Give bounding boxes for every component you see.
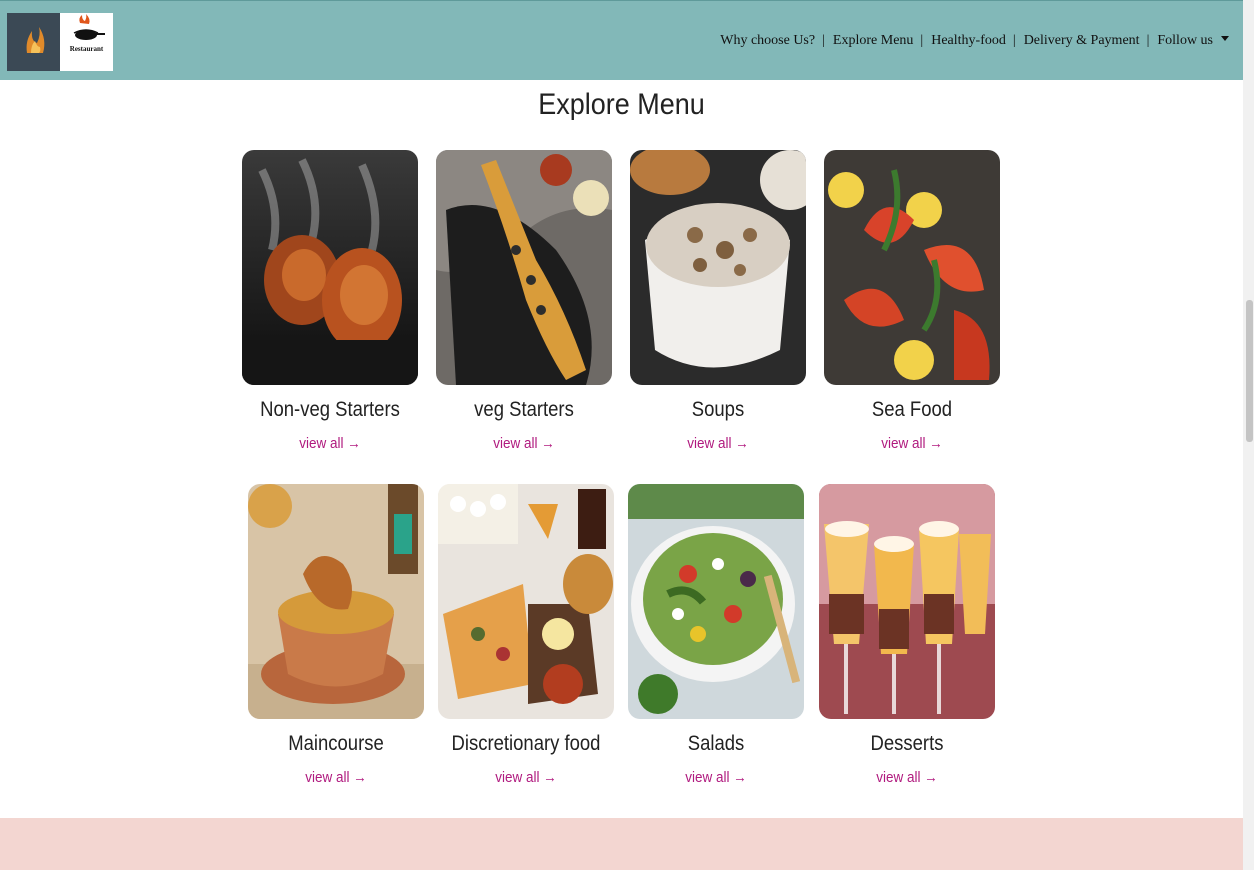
nav-separator: | — [1012, 33, 1016, 48]
nav-explore-menu[interactable]: Explore Menu — [833, 33, 913, 49]
card-title: Sea Food — [871, 398, 953, 421]
view-all-link[interactable]: view all → — [445, 435, 603, 452]
nav-follow-us-label: Follow us — [1157, 33, 1213, 48]
discretionary-food-image[interactable] — [438, 484, 614, 719]
main-nav: Why choose Us? | Explore Menu | Healthy-… — [720, 33, 1229, 49]
scrollbar-thumb[interactable] — [1246, 300, 1253, 442]
card-title: Desserts — [870, 732, 944, 755]
page-scrollbar[interactable] — [1243, 0, 1254, 870]
menu-card-veg-starters: veg Starters view all → — [436, 150, 612, 452]
view-all-link[interactable]: view all → — [251, 435, 409, 452]
nav-why-choose-us[interactable]: Why choose Us? — [720, 33, 815, 49]
card-title: Soups — [691, 398, 745, 421]
menu-card-salads: Salads view all → — [628, 484, 804, 786]
nav-separator: | — [1146, 33, 1150, 48]
view-all-link[interactable]: view all → — [828, 769, 986, 786]
card-title: veg Starters — [474, 398, 574, 421]
card-title: Non-veg Starters — [260, 398, 400, 421]
view-all-link[interactable]: view all → — [637, 769, 795, 786]
soups-image[interactable] — [630, 150, 806, 385]
top-navbar: Restaurant Why choose Us? | Explore Menu… — [0, 0, 1243, 80]
nav-separator: | — [920, 33, 924, 48]
view-all-link[interactable]: view all → — [833, 435, 991, 452]
brand-logo-image[interactable] — [7, 13, 60, 71]
view-all-link[interactable]: view all → — [257, 769, 415, 786]
footer-band — [0, 818, 1243, 870]
view-all-link[interactable]: view all → — [639, 435, 797, 452]
salads-image[interactable] — [628, 484, 804, 719]
section-title: Explore Menu — [538, 88, 705, 121]
maincourse-image[interactable] — [248, 484, 424, 719]
restaurant-logo[interactable]: Restaurant — [60, 13, 113, 71]
menu-card-desserts: Desserts view all → — [819, 484, 995, 786]
view-all-link[interactable]: view all → — [447, 769, 605, 786]
menu-card-soups: Soups view all → — [630, 150, 806, 452]
desserts-image[interactable] — [819, 484, 995, 719]
nav-healthy-food[interactable]: Healthy-food — [931, 33, 1006, 49]
nav-follow-us-dropdown[interactable]: Follow us — [1157, 33, 1229, 49]
menu-card-discretionary-food: Discretionary food view all → — [438, 484, 614, 786]
sea-food-image[interactable] — [824, 150, 1000, 385]
nav-delivery-payment[interactable]: Delivery & Payment — [1024, 33, 1140, 49]
non-veg-starters-image[interactable] — [242, 150, 418, 385]
veg-starters-image[interactable] — [436, 150, 612, 385]
nav-separator: | — [822, 33, 825, 48]
menu-card-sea-food: Sea Food view all → — [824, 150, 1000, 452]
logo-text: Restaurant — [69, 45, 104, 53]
menu-card-maincourse: Maincourse view all → — [248, 484, 424, 786]
menu-card-non-veg-starters: Non-veg Starters view all → — [242, 150, 418, 452]
caret-down-icon — [1221, 36, 1229, 41]
